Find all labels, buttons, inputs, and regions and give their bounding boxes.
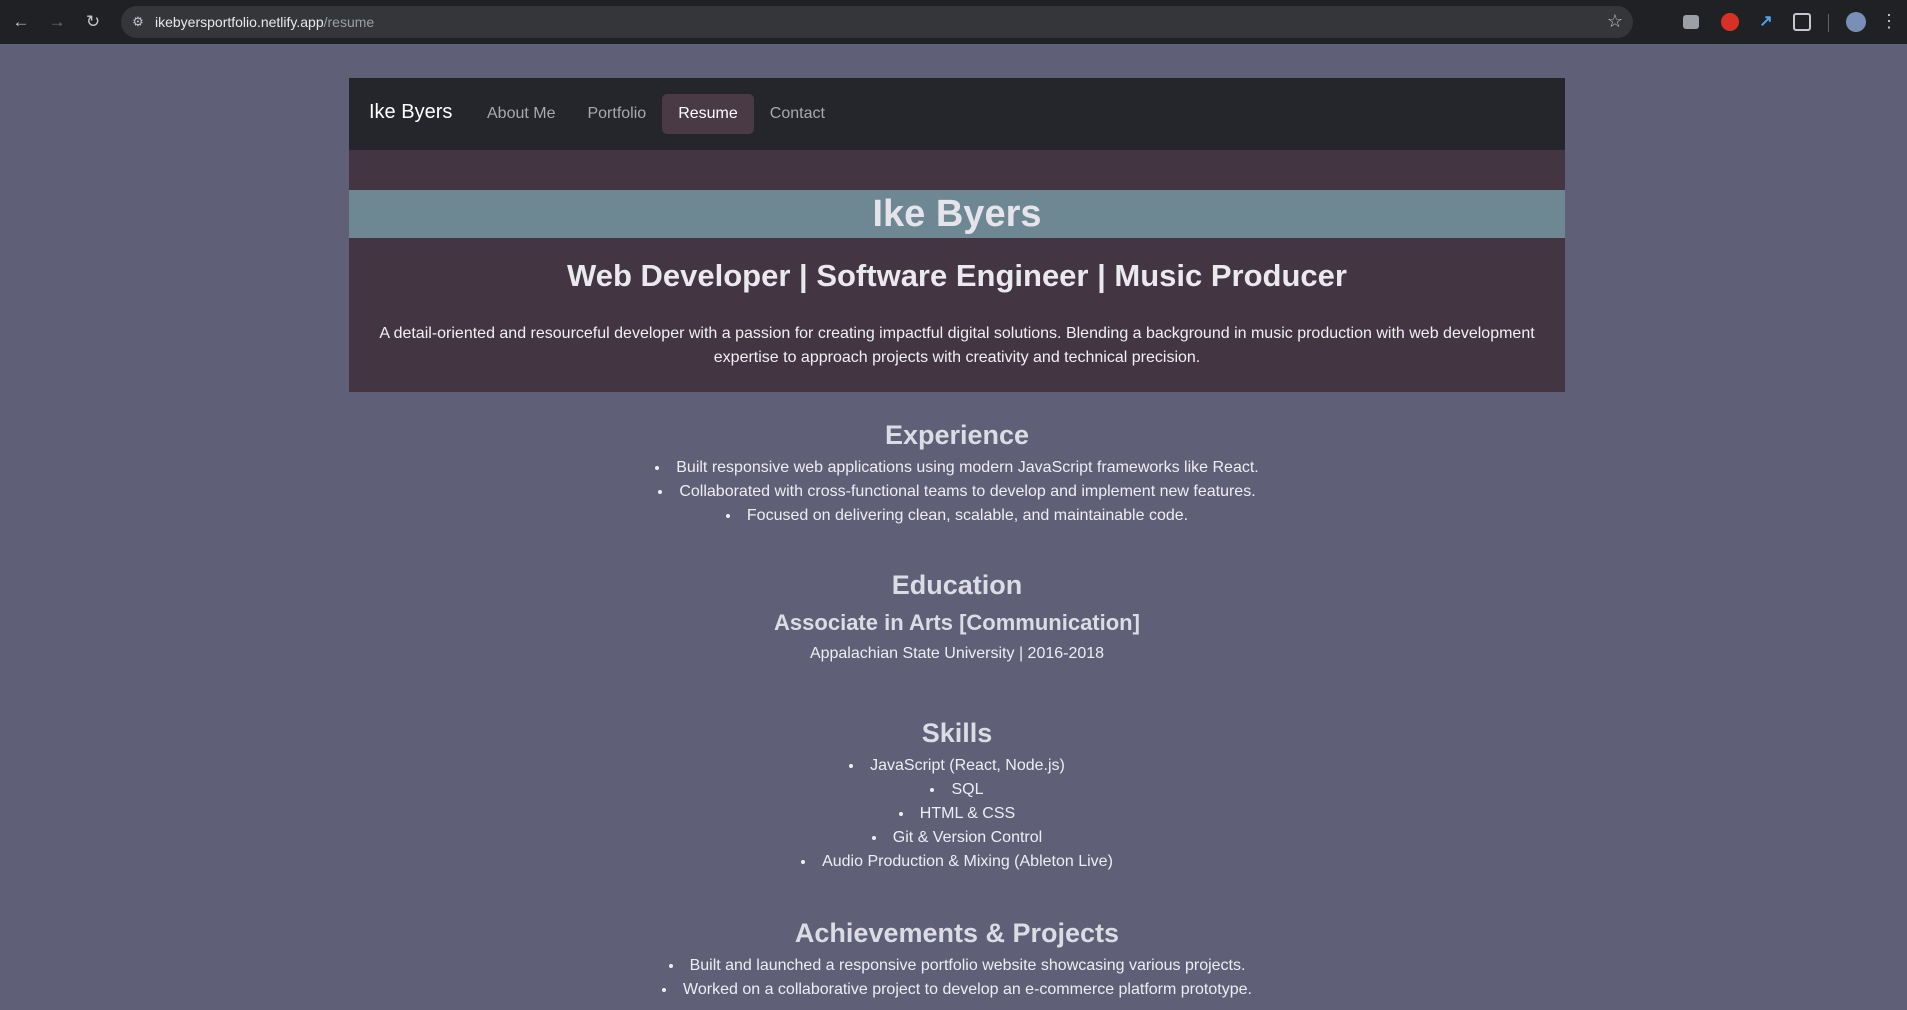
url-host: ikebyersportfolio.netlify.app [155, 14, 324, 30]
nav-links: About Me Portfolio Resume Contact [471, 94, 841, 134]
skills-list: JavaScript (React, Node.js) SQL HTML & C… [349, 754, 1565, 874]
skills-heading: Skills [921, 718, 993, 748]
profile-avatar[interactable] [1846, 12, 1866, 32]
site-container: Ike Byers About Me Portfolio Resume Cont… [349, 78, 1565, 1002]
nav-link-resume[interactable]: Resume [662, 94, 754, 134]
navbar-brand[interactable]: Ike Byers [369, 101, 452, 124]
hero-name: Ike Byers [872, 193, 1042, 235]
list-item: Collaborated with cross-functional teams… [349, 480, 1565, 504]
nav-link-contact[interactable]: Contact [754, 94, 841, 134]
back-arrow-icon[interactable]: ← [10, 11, 32, 33]
list-item: Git & Version Control [349, 826, 1565, 850]
list-item: Built and launched a responsive portfoli… [349, 954, 1565, 978]
education-heading: Education [891, 570, 1023, 600]
hero-section: Ike Byers Web Developer | Software Engin… [349, 150, 1565, 392]
list-item: Audio Production & Mixing (Ableton Live) [349, 850, 1565, 874]
experience-section: Experience Built responsive web applicat… [349, 418, 1565, 528]
skills-section: Skills JavaScript (React, Node.js) SQL H… [349, 716, 1565, 874]
url-path: /resume [323, 14, 375, 30]
achievements-list: Built and launched a responsive portfoli… [349, 954, 1565, 1002]
achievements-section: Achievements & Projects Built and launch… [349, 916, 1565, 1002]
bookmark-star-icon[interactable]: ☆ [1607, 11, 1623, 32]
list-item: JavaScript (React, Node.js) [349, 754, 1565, 778]
extension-blue-icon[interactable]: ↗ [1756, 12, 1776, 32]
tab-search-icon[interactable] [1683, 15, 1699, 29]
experience-heading: Experience [884, 420, 1030, 450]
forward-arrow-icon[interactable]: → [46, 11, 68, 33]
list-item: Focused on delivering clean, scalable, a… [349, 504, 1565, 528]
hero-title: Web Developer | Software Engineer | Musi… [567, 258, 1347, 293]
experience-list: Built responsive web applications using … [349, 456, 1565, 528]
toolbar-divider [1828, 14, 1829, 32]
address-bar[interactable]: ⚙ ikebyersportfolio.netlify.app/resume ☆ [121, 6, 1633, 38]
education-degree: Associate in Arts [Communication] [774, 610, 1140, 635]
hero-name-band: Ike Byers [349, 190, 1565, 238]
hero-summary: A detail-oriented and resourceful develo… [379, 325, 1535, 366]
list-item: SQL [349, 778, 1565, 802]
reload-icon[interactable]: ↻ [82, 11, 104, 33]
nav-link-about-me[interactable]: About Me [471, 94, 571, 134]
site-info-icon[interactable]: ⚙ [129, 13, 147, 31]
list-item: Worked on a collaborative project to dev… [349, 978, 1565, 1002]
more-menu-icon[interactable]: ⋮ [1880, 10, 1898, 32]
achievements-heading: Achievements & Projects [794, 918, 1120, 948]
site-navbar: Ike Byers About Me Portfolio Resume Cont… [349, 78, 1565, 150]
education-section: Education Associate in Arts [Communicati… [349, 568, 1565, 666]
nav-link-portfolio[interactable]: Portfolio [571, 94, 662, 134]
extensions-puzzle-icon[interactable] [1793, 13, 1811, 31]
education-school: Appalachian State University | 2016-2018 [809, 645, 1105, 662]
list-item: HTML & CSS [349, 802, 1565, 826]
extension-red-icon[interactable] [1721, 13, 1739, 31]
list-item: Built responsive web applications using … [349, 456, 1565, 480]
browser-toolbar: ← → ↻ ⚙ ikebyersportfolio.netlify.app/re… [0, 0, 1907, 44]
url-text[interactable]: ikebyersportfolio.netlify.app/resume [155, 14, 374, 30]
